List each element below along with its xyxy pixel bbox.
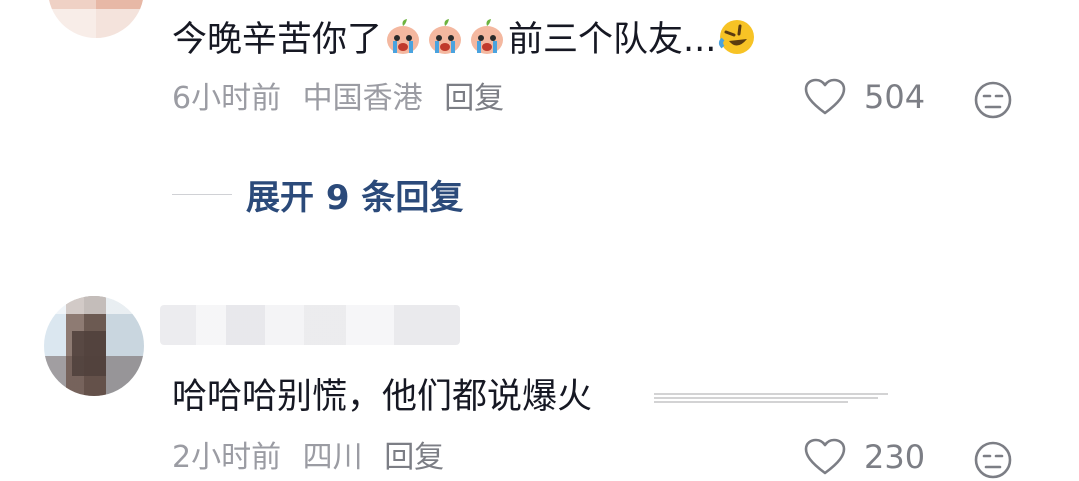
heart-outline-icon [804,438,846,475]
reply-button[interactable]: 回复 [444,81,504,116]
reply-button[interactable]: 回复 [384,440,444,475]
comment-location: 四川 [302,440,363,475]
like-button[interactable]: 230 [804,438,925,476]
comment-location: 中国香港 [302,81,423,116]
expand-replies-label[interactable]: 展开 9 条回复 [246,170,463,219]
comment-text: 今晚辛苦你了 前三个队友... [172,17,758,62]
comment-meta: 6小时前 中国香港 回复 [172,79,516,119]
rofl-emoji [719,20,755,54]
like-count: 504 [864,78,926,116]
divider [172,193,232,196]
crying-peach-emoji [429,19,462,54]
comment-meta: 2小时前 四川 回复 [172,438,456,478]
username-blurred[interactable] [160,305,460,345]
comment-text-main: 今晚辛苦你了 [172,20,383,60]
neutral-face-icon[interactable] [973,440,1013,480]
commenter-avatar[interactable] [48,0,144,38]
comment-time: 6小时前 [172,81,282,116]
crying-peach-emoji [387,19,420,54]
like-button[interactable]: 504 [804,78,925,116]
comment-time: 2小时前 [172,440,282,475]
neutral-face-icon[interactable] [973,80,1013,120]
crying-peach-emoji [471,19,504,54]
heart-outline-icon [804,78,846,115]
commenter-avatar[interactable] [44,296,144,396]
comment-text: 哈哈哈别慌，他们都说爆火 [172,375,592,419]
like-count: 230 [864,438,926,476]
text-fade-overlay [648,380,908,414]
comment-text-main: 哈哈哈别慌，他们都说爆火 [172,377,593,417]
comment-text-tail: 前三个队友... [508,20,717,60]
expand-replies[interactable]: 展开 9 条回复 [172,170,463,219]
